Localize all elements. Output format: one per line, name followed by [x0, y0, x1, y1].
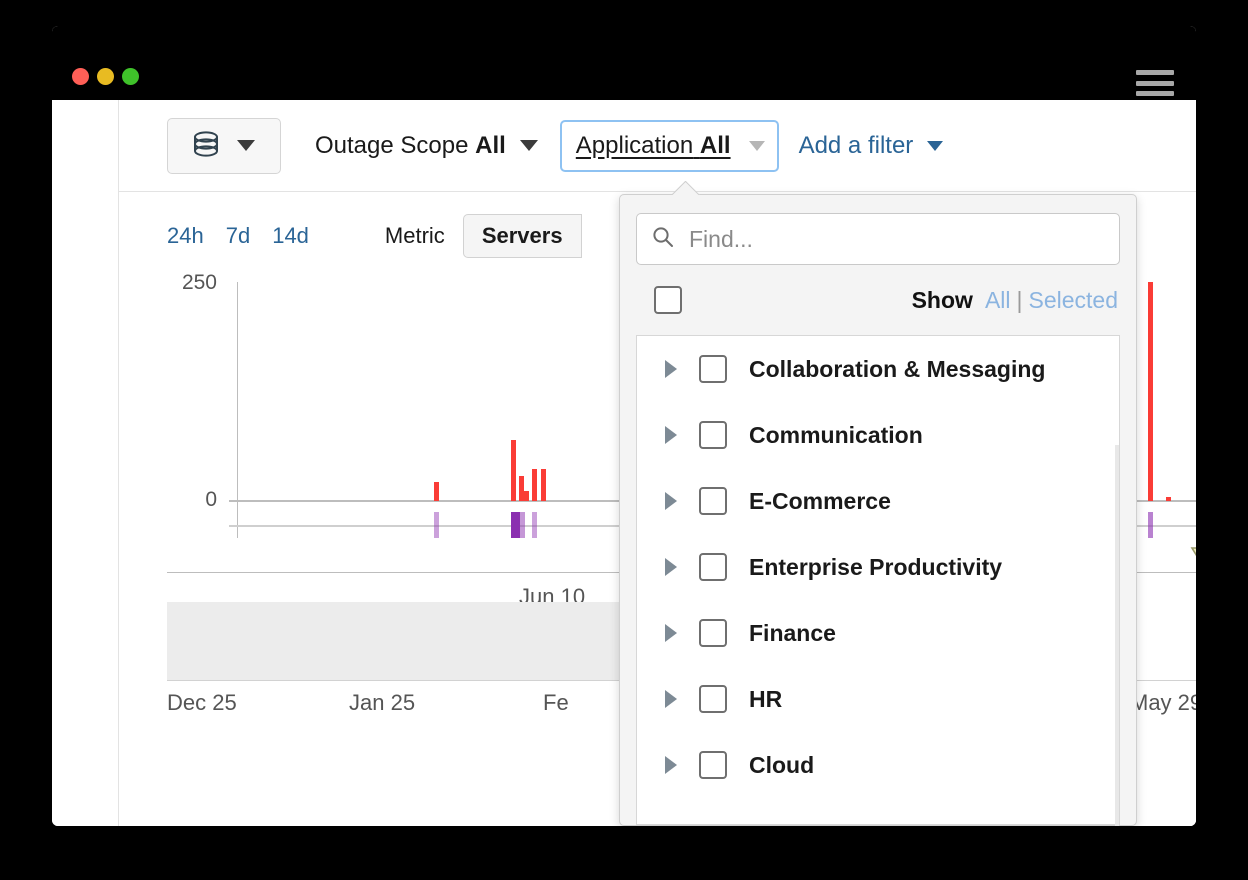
dropdown-caret: [672, 181, 700, 195]
chart-bar-outage: [511, 512, 520, 538]
hamburger-bar-3: [1136, 91, 1174, 96]
item-checkbox[interactable]: [699, 355, 727, 383]
data-source-button[interactable]: [167, 118, 281, 174]
window-titlebar: [52, 26, 1196, 100]
filter-outage-scope-label: Outage Scope All: [315, 132, 506, 160]
list-item-label: Cloud: [749, 752, 814, 779]
list-item-label: Finance: [749, 620, 836, 647]
close-button[interactable]: [72, 68, 89, 85]
chevron-right-icon[interactable]: [665, 624, 677, 642]
chevron-right-icon[interactable]: [665, 690, 677, 708]
list-scrollbar[interactable]: [1115, 445, 1119, 826]
chevron-right-icon[interactable]: [665, 360, 677, 378]
list-item-label: Communication: [749, 422, 923, 449]
filter-application-label: Application All: [576, 132, 731, 160]
item-checkbox[interactable]: [699, 487, 727, 515]
range-14d[interactable]: 14d: [272, 223, 309, 249]
item-checkbox[interactable]: [699, 619, 727, 647]
metric-label: Metric: [385, 223, 445, 249]
minimap-label-3: May 29: [1130, 690, 1196, 716]
range-24h[interactable]: 24h: [167, 223, 204, 249]
hamburger-bar-2: [1136, 81, 1174, 86]
chart-bar-outage: [434, 512, 439, 538]
list-item[interactable]: Cloud: [637, 732, 1119, 798]
filter-bar: Outage Scope All Application All Ad: [119, 100, 1196, 192]
search-input[interactable]: [687, 225, 1105, 254]
chart-bar-servers: [532, 469, 537, 501]
app-window: Outage Scope All Application All Ad: [52, 26, 1196, 826]
content-panel: Outage Scope All Application All Ad: [118, 100, 1196, 826]
minimap-label-0: Dec 25: [167, 690, 237, 716]
chart-bar-servers: [511, 440, 516, 501]
minimize-button[interactable]: [97, 68, 114, 85]
y-axis-tick-0: 0: [165, 488, 217, 512]
y-axis-tick-250: 250: [165, 271, 217, 295]
add-filter-button[interactable]: Add a filter: [799, 132, 944, 160]
add-filter-label: Add a filter: [799, 132, 914, 160]
database-icon: [193, 131, 219, 161]
show-selected-link[interactable]: Selected: [1028, 287, 1118, 314]
dropdown-search-box[interactable]: [636, 213, 1120, 265]
spike-annotation-outline: [1190, 546, 1196, 572]
chevron-down-icon: [749, 141, 765, 151]
list-item[interactable]: HR: [637, 666, 1119, 732]
show-label: Show: [912, 287, 973, 314]
list-item[interactable]: Communication: [637, 402, 1119, 468]
list-item-label: E-Commerce: [749, 488, 891, 515]
chevron-right-icon[interactable]: [665, 492, 677, 510]
minimap-label-1: Jan 25: [349, 690, 415, 716]
desktop-backdrop: Outage Scope All Application All Ad: [0, 0, 1248, 880]
chart-bar-outage: [520, 512, 525, 538]
list-item[interactable]: Collaboration & Messaging: [637, 336, 1119, 402]
chart-bar-servers: [1166, 497, 1171, 501]
chevron-down-icon: [927, 141, 943, 151]
application-category-list: Collaboration & Messaging Communication …: [636, 335, 1120, 825]
chart-bar-outage: [532, 512, 537, 538]
list-item[interactable]: Enterprise Productivity: [637, 534, 1119, 600]
filter-outage-scope[interactable]: Outage Scope All: [315, 132, 538, 160]
dropdown-show-row: Show All | Selected: [620, 265, 1136, 335]
chart-bar-servers: [541, 469, 546, 501]
list-item-label: Enterprise Productivity: [749, 554, 1002, 581]
chevron-right-icon[interactable]: [665, 756, 677, 774]
item-checkbox[interactable]: [699, 685, 727, 713]
chart-bar-servers: [434, 482, 439, 501]
item-checkbox[interactable]: [699, 751, 727, 779]
chevron-right-icon[interactable]: [665, 426, 677, 444]
app-body: Outage Scope All Application All Ad: [52, 100, 1196, 826]
list-item[interactable]: Finance: [637, 600, 1119, 666]
chart-bar-outage: [1148, 512, 1153, 538]
chevron-right-icon[interactable]: [665, 558, 677, 576]
list-item-label: Collaboration & Messaging: [749, 356, 1045, 383]
item-checkbox[interactable]: [699, 553, 727, 581]
filter-application[interactable]: Application All: [560, 120, 779, 172]
minimap-label-2: Fe: [543, 690, 569, 716]
traffic-lights: [72, 68, 139, 85]
chart-bar-servers: [519, 476, 524, 501]
search-icon: [651, 225, 675, 254]
list-item-label: HR: [749, 686, 782, 713]
hamburger-icon[interactable]: [1136, 70, 1174, 96]
range-7d[interactable]: 7d: [226, 223, 250, 249]
maximize-button[interactable]: [122, 68, 139, 85]
select-all-checkbox[interactable]: [654, 286, 682, 314]
item-checkbox[interactable]: [699, 421, 727, 449]
metric-servers-button[interactable]: Servers: [463, 214, 582, 258]
hamburger-bar-1: [1136, 70, 1174, 75]
chevron-down-icon: [237, 140, 255, 151]
chart-bar-servers: [1148, 282, 1153, 501]
show-separator: |: [1017, 287, 1023, 314]
application-filter-dropdown: Show All | Selected Collaboration & Mess…: [619, 194, 1137, 826]
chart-bar-servers: [524, 491, 529, 502]
list-item[interactable]: E-Commerce: [637, 468, 1119, 534]
show-all-link[interactable]: All: [985, 287, 1011, 314]
chevron-down-icon: [520, 140, 538, 151]
